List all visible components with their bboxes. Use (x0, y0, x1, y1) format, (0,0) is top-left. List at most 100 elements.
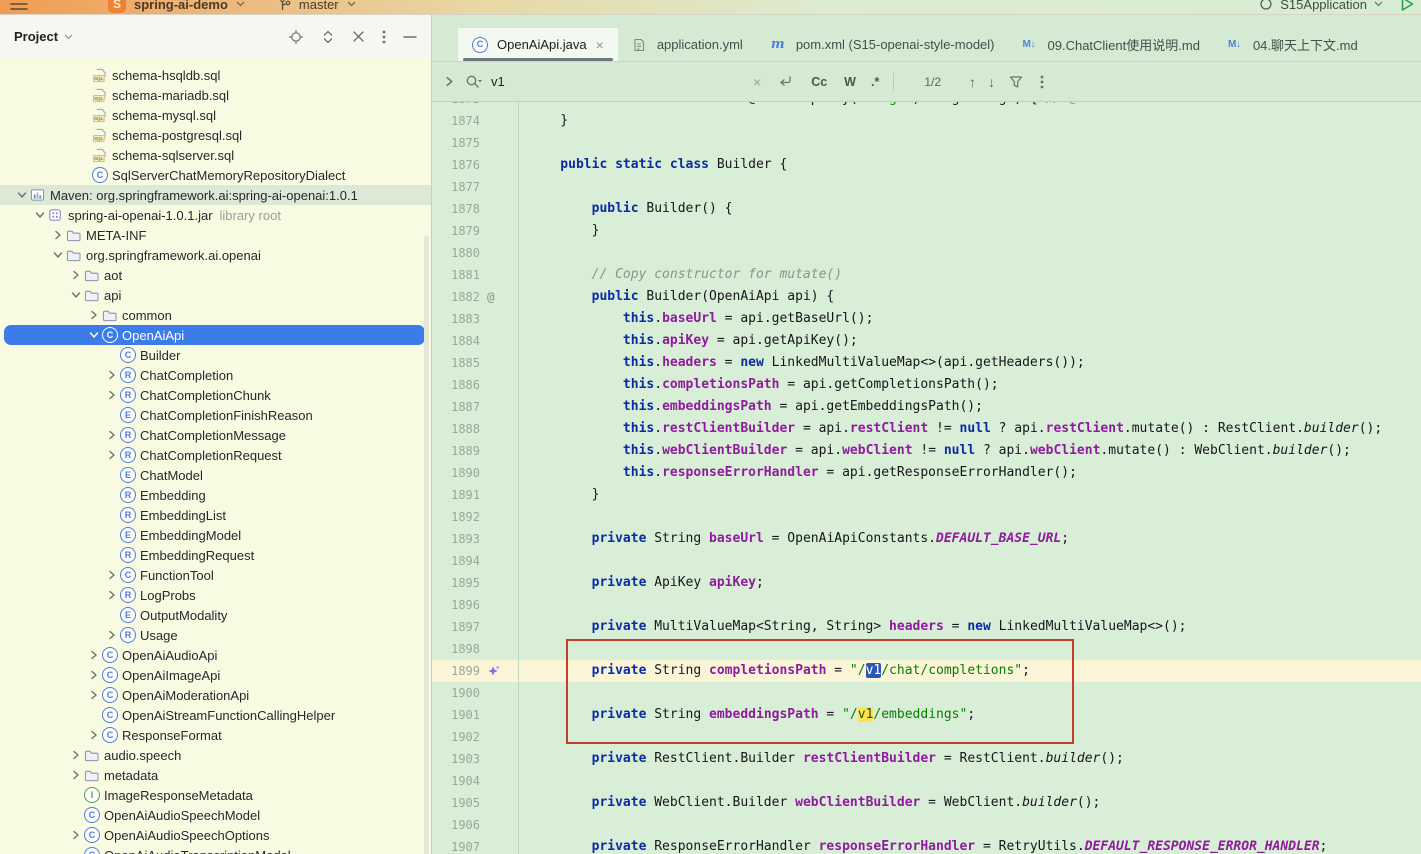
editor-tab[interactable]: COpenAiApi.java× (458, 28, 618, 61)
tree-item[interactable]: COpenAiStreamFunctionCallingHelper (0, 705, 431, 725)
tree-item[interactable]: EOutputModality (0, 605, 431, 625)
tree-item[interactable]: COpenAiAudioSpeechOptions (0, 825, 431, 845)
search-more-options-icon[interactable] (1040, 74, 1044, 90)
tree-item[interactable]: RChatCompletionMessage (0, 425, 431, 445)
tree-item[interactable]: IImageResponseMetadata (0, 785, 431, 805)
chevron-collapsed-icon[interactable] (50, 230, 66, 240)
editor-tab[interactable]: M↓09.ChatClient使用说明.md (1009, 28, 1214, 61)
expand-collapse-icon[interactable] (321, 29, 335, 45)
code-line[interactable]: 1873 @JsonProperty("usage") Usage usage)… (432, 102, 1421, 110)
code-line[interactable]: 1884 this.apiKey = api.getApiKey(); (432, 330, 1421, 352)
tree-item[interactable]: META-INF (0, 225, 431, 245)
code-line[interactable]: 1891 } (432, 484, 1421, 506)
tree-item[interactable]: EChatModel (0, 465, 431, 485)
previous-match-icon[interactable]: ↑ (969, 74, 976, 90)
chevron-expanded-icon[interactable] (32, 210, 48, 220)
chevron-collapsed-icon[interactable] (104, 630, 120, 640)
code-line[interactable]: 1881 // Copy constructor for mutate() (432, 264, 1421, 286)
filter-icon[interactable] (1009, 75, 1023, 89)
chevron-collapsed-icon[interactable] (104, 430, 120, 440)
run-configuration-selector[interactable]: S15Application (1280, 0, 1367, 12)
match-case-toggle[interactable]: Cc (811, 75, 827, 89)
code-line[interactable]: 1892 (432, 506, 1421, 528)
code-line[interactable]: 1876 public static class Builder { (432, 154, 1421, 176)
tree-item[interactable]: COpenAiImageApi (0, 665, 431, 685)
tree-item[interactable]: spring-ai-openai-1.0.1.jarlibrary root (0, 205, 431, 225)
hide-panel-icon[interactable] (403, 35, 417, 39)
collapse-all-icon[interactable] (352, 30, 365, 43)
tree-item[interactable]: common (0, 305, 431, 325)
expand-replace-icon[interactable] (444, 76, 455, 87)
tree-item[interactable]: RChatCompletion (0, 365, 431, 385)
tree-item[interactable]: RChatCompletionRequest (0, 445, 431, 465)
tree-item[interactable]: CBuilder (0, 345, 431, 365)
tree-item[interactable]: SQLschema-hsqldb.sql (0, 65, 431, 85)
regex-toggle[interactable]: .* (871, 75, 879, 89)
chevron-collapsed-icon[interactable] (68, 270, 84, 280)
code-editor[interactable]: 1873 @JsonProperty("usage") Usage usage)… (432, 102, 1421, 854)
chevron-collapsed-icon[interactable] (104, 570, 120, 580)
tree-item[interactable]: SQLschema-postgresql.sql (0, 125, 431, 145)
tree-item[interactable]: CFunctionTool (0, 565, 431, 585)
chevron-collapsed-icon[interactable] (104, 390, 120, 400)
tree-item[interactable]: COpenAiApi (4, 325, 425, 345)
code-line[interactable]: 1894 (432, 550, 1421, 572)
tree-item[interactable]: COpenAiModerationApi (0, 685, 431, 705)
tree-item[interactable]: CResponseFormat (0, 725, 431, 745)
code-line[interactable]: 1901 private String embeddingsPath = "/v… (432, 704, 1421, 726)
tree-item[interactable]: audio.speech (0, 745, 431, 765)
chevron-collapsed-icon[interactable] (104, 590, 120, 600)
chevron-collapsed-icon[interactable] (68, 750, 84, 760)
chevron-collapsed-icon[interactable] (86, 670, 102, 680)
code-line[interactable]: 1885 this.headers = new LinkedMultiValue… (432, 352, 1421, 374)
ai-assistant-icon[interactable] (487, 665, 500, 678)
code-line[interactable]: 1905 private WebClient.Builder webClient… (432, 792, 1421, 814)
code-line[interactable]: 1880 (432, 242, 1421, 264)
code-line[interactable]: 1902 (432, 726, 1421, 748)
code-line[interactable]: 1883 this.baseUrl = api.getBaseUrl(); (432, 308, 1421, 330)
words-toggle[interactable]: W (844, 75, 856, 89)
tree-item[interactable]: EEmbeddingModel (0, 525, 431, 545)
project-name-button[interactable]: spring-ai-demo (134, 0, 228, 12)
code-line[interactable]: 1874 } (432, 110, 1421, 132)
code-line[interactable]: 1882@ public Builder(OpenAiApi api) { (432, 286, 1421, 308)
tree-item[interactable]: aot (0, 265, 431, 285)
code-line[interactable]: 1904 (432, 770, 1421, 792)
chevron-collapsed-icon[interactable] (104, 370, 120, 380)
run-button[interactable] (1400, 0, 1415, 12)
code-line[interactable]: 1890 this.responseErrorHandler = api.get… (432, 462, 1421, 484)
annotation-gutter-icon[interactable]: @ (487, 286, 495, 308)
tree-item[interactable]: Maven: org.springframework.ai:spring-ai-… (0, 185, 431, 205)
locate-file-icon[interactable] (288, 29, 304, 45)
code-line[interactable]: 1879 } (432, 220, 1421, 242)
tree-item[interactable]: EChatCompletionFinishReason (0, 405, 431, 425)
tree-item[interactable]: REmbeddingList (0, 505, 431, 525)
project-panel-title[interactable]: Project (14, 29, 58, 44)
close-tab-icon[interactable]: × (596, 37, 604, 53)
code-line[interactable]: 1893 private String baseUrl = OpenAiApiC… (432, 528, 1421, 550)
editor-tab[interactable]: application.yml (618, 28, 757, 61)
tree-item[interactable]: metadata (0, 765, 431, 785)
code-line[interactable]: 1899 private String completionsPath = "/… (432, 660, 1421, 682)
code-line[interactable]: 1896 (432, 594, 1421, 616)
code-line[interactable]: 1888 this.restClientBuilder = api.restCl… (432, 418, 1421, 440)
more-options-icon[interactable] (382, 29, 386, 45)
hamburger-menu-icon[interactable] (10, 0, 28, 11)
chevron-collapsed-icon[interactable] (86, 650, 102, 660)
tree-item[interactable]: RUsage (0, 625, 431, 645)
code-line[interactable]: 1886 this.completionsPath = api.getCompl… (432, 374, 1421, 396)
chevron-expanded-icon[interactable] (86, 330, 102, 340)
tree-item[interactable]: SQLschema-mysql.sql (0, 105, 431, 125)
chevron-expanded-icon[interactable] (68, 290, 84, 300)
code-line[interactable]: 1907 private ResponseErrorHandler respon… (432, 836, 1421, 854)
chevron-collapsed-icon[interactable] (68, 830, 84, 840)
tree-item[interactable]: api (0, 285, 431, 305)
code-line[interactable]: 1875 (432, 132, 1421, 154)
tree-item[interactable]: COpenAiAudioApi (0, 645, 431, 665)
tree-item[interactable]: RChatCompletionChunk (0, 385, 431, 405)
code-line[interactable]: 1887 this.embeddingsPath = api.getEmbedd… (432, 396, 1421, 418)
code-line[interactable]: 1900 (432, 682, 1421, 704)
editor-tab[interactable]: mpom.xml (S15-openai-style-model) (757, 28, 1009, 61)
clear-search-icon[interactable]: × (753, 74, 761, 90)
tree-item[interactable]: CSqlServerChatMemoryRepositoryDialect (0, 165, 431, 185)
